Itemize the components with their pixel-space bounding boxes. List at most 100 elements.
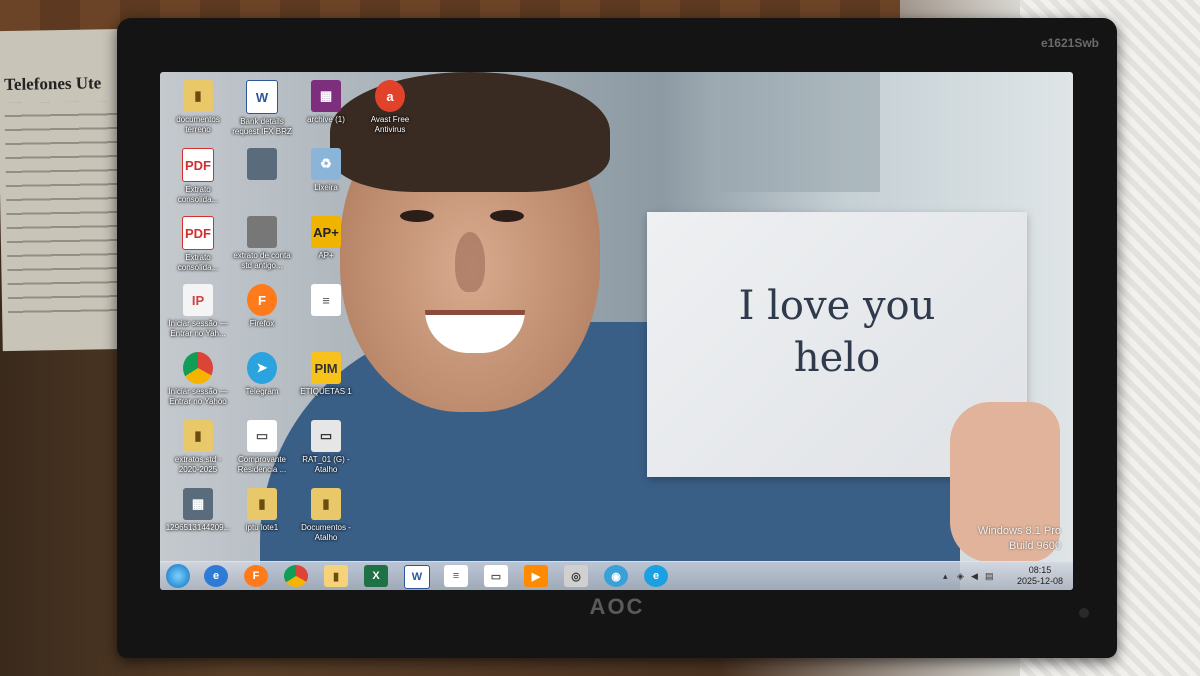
- desktop-icon-label: Firefox: [249, 319, 275, 328]
- desktop-icon-label: extrato de conta std antigo...: [233, 251, 291, 270]
- left-eye: [400, 210, 434, 222]
- chrome-icon: [183, 352, 213, 384]
- app-icon: AP+: [311, 216, 341, 248]
- firefox-icon: F: [247, 284, 277, 316]
- word-icon: W: [246, 80, 278, 114]
- desktop-icon-label: documentos terreno: [176, 115, 220, 134]
- document-icon: ▭: [247, 420, 277, 452]
- desktop-icon[interactable]: ♻ Lixeira: [292, 148, 360, 193]
- desktop-icon-label: Telegram: [245, 387, 279, 396]
- desktop-icon[interactable]: [228, 148, 296, 183]
- desktop-icon[interactable]: ▭ Comprovante Residencia ...: [228, 420, 296, 475]
- desktop-icon-label: Comprovante Residencia ...: [237, 455, 287, 474]
- desktop-icon-label: ETIQUETAS 1: [300, 387, 352, 396]
- desktop-icon[interactable]: F Firefox: [228, 284, 296, 329]
- desktop-icon-label: extratos std - 2020-2025: [174, 455, 222, 474]
- desktop-icon-label: iptu lote1: [245, 523, 279, 532]
- drive-icon: ▭: [311, 420, 341, 452]
- app-icon[interactable]: ◎: [564, 565, 588, 587]
- word-icon[interactable]: W: [404, 565, 430, 589]
- avast-icon: a: [375, 80, 405, 112]
- desktop-icon[interactable]: extrato de conta std antigo...: [228, 216, 296, 271]
- start-button[interactable]: [166, 564, 190, 588]
- desktop-icon-label: Iniciar sessão — Entrar no Yahoo: [168, 387, 228, 406]
- desktop-icon-label: RAT_01 (G) - Atalho: [302, 455, 350, 474]
- pdf-icon: PDF: [182, 216, 214, 250]
- edge-icon[interactable]: e: [204, 565, 228, 587]
- document-icon[interactable]: ≡: [444, 565, 468, 587]
- desktop-icon[interactable]: ➤ Telegram: [228, 352, 296, 397]
- excel-icon[interactable]: X: [364, 565, 388, 587]
- windows-build: Build 9600: [1009, 540, 1061, 552]
- shield-icon[interactable]: ◈: [957, 571, 967, 581]
- image-icon: [247, 148, 277, 180]
- sign-text: I love you helo: [647, 280, 1027, 384]
- clock-date: 2025-12-08: [1016, 576, 1063, 586]
- clock[interactable]: 08:15 2025-12-08: [1017, 565, 1063, 587]
- desktop-icon-label: Documentos - Atalho: [301, 523, 351, 542]
- desktop-icon[interactable]: ▦ 1296513144209...: [164, 488, 232, 533]
- file-icon: [247, 216, 277, 248]
- desktop-icon[interactable]: PDF Extrato consolida...: [164, 216, 232, 273]
- recycle-bin-icon: ♻: [311, 148, 341, 180]
- poster-text-lines: [4, 100, 127, 324]
- power-button[interactable]: [1079, 608, 1089, 618]
- desktop-icon[interactable]: ≡: [292, 284, 360, 319]
- system-tray: ▴ ◈ ◀ ▤ 08:15 2025-12-08: [943, 563, 1063, 589]
- desktop-icon-label: Avast Free Antivirus: [370, 115, 410, 134]
- label-app-icon: PIM: [311, 352, 341, 384]
- desktop-icon-label: AP+: [318, 251, 334, 260]
- media-player-icon[interactable]: ▶: [524, 565, 548, 587]
- desktop-icon[interactable]: ▮ extratos std - 2020-2025: [164, 420, 232, 475]
- tab-icon: IP: [183, 284, 213, 316]
- right-eye: [490, 210, 524, 222]
- desktop-icon-label: Iniciar sessão — Entrar no Yah...: [168, 319, 228, 338]
- desktop-icon[interactable]: W Bank details request IFX BRZ: [228, 80, 296, 137]
- desktop-icon-label: Bank details request IFX BRZ: [232, 117, 292, 136]
- desktop-icon-label: Extrato consolida...: [177, 253, 219, 272]
- poster-title: Telefones Ute: [3, 73, 102, 95]
- windows-watermark: Windows 8.1 Pro Build 9600: [978, 524, 1061, 554]
- folder-icon: ▮: [183, 80, 213, 112]
- volume-icon[interactable]: ◀: [971, 571, 981, 581]
- sign-line-1: I love you: [738, 283, 936, 329]
- network-icon[interactable]: ▤: [985, 571, 995, 581]
- desktop-icon[interactable]: ▭ RAT_01 (G) - Atalho: [292, 420, 360, 475]
- desktop-icon-label: Lixeira: [314, 183, 338, 192]
- webcam-icon[interactable]: ◉: [604, 565, 628, 587]
- windows-edition: Windows 8.1 Pro: [977, 525, 1061, 537]
- pdf-icon: PDF: [182, 148, 214, 182]
- desktop-icon[interactable]: ▮ iptu lote1: [228, 488, 296, 533]
- chrome-icon[interactable]: [284, 565, 308, 587]
- folder-icon: ▮: [247, 488, 277, 520]
- folder-icon: ▮: [183, 420, 213, 452]
- desktop-icon[interactable]: PDF Extrato consolida...: [164, 148, 232, 205]
- desktop-icon[interactable]: Iniciar sessão — Entrar no Yahoo: [164, 352, 232, 407]
- desktop-icon-label: Extrato consolida...: [177, 185, 219, 204]
- folder-icon: ▮: [311, 488, 341, 520]
- desktop-icon[interactable]: PIM ETIQUETAS 1: [292, 352, 360, 397]
- desktop-icon[interactable]: ▮ Documentos - Atalho: [292, 488, 360, 543]
- telegram-icon: ➤: [247, 352, 277, 384]
- firefox-icon[interactable]: F: [244, 565, 268, 587]
- desktop-icon[interactable]: IP Iniciar sessão — Entrar no Yah...: [164, 284, 232, 339]
- document-icon: ≡: [311, 284, 341, 316]
- phone-list-poster: Telefones Ute: [0, 28, 133, 352]
- desktop-screen: I love you helo ▮ documentos terreno W Bank…: [160, 72, 1073, 590]
- file-explorer-icon[interactable]: ▮: [324, 565, 348, 587]
- monitor-brand-logo: AOC: [589, 594, 645, 619]
- chevron-up-icon[interactable]: ▴: [943, 571, 953, 581]
- internet-explorer-icon[interactable]: e: [644, 565, 668, 587]
- desktop-icon[interactable]: ▮ documentos terreno: [164, 80, 232, 135]
- document-icon[interactable]: ▭: [484, 565, 508, 587]
- winrar-icon: ▦: [311, 80, 341, 112]
- desktop-icon-label: 1296513144209...: [165, 523, 231, 532]
- nose: [455, 232, 485, 292]
- desktop-icon[interactable]: AP+ AP+: [292, 216, 360, 261]
- desktop-icon[interactable]: a Avast Free Antivirus: [356, 80, 424, 135]
- clock-time: 08:15: [1028, 565, 1052, 575]
- image-icon: ▦: [183, 488, 213, 520]
- desktop-icon[interactable]: ▦ archive (1): [292, 80, 360, 125]
- taskbar: e F ▮ X W ≡ ▭ ▶ ◎ ◉ e ▴ ◈ ◀ ▤ 08:15 2025-12-08: [160, 561, 1073, 590]
- sign-line-2: helo: [793, 335, 881, 381]
